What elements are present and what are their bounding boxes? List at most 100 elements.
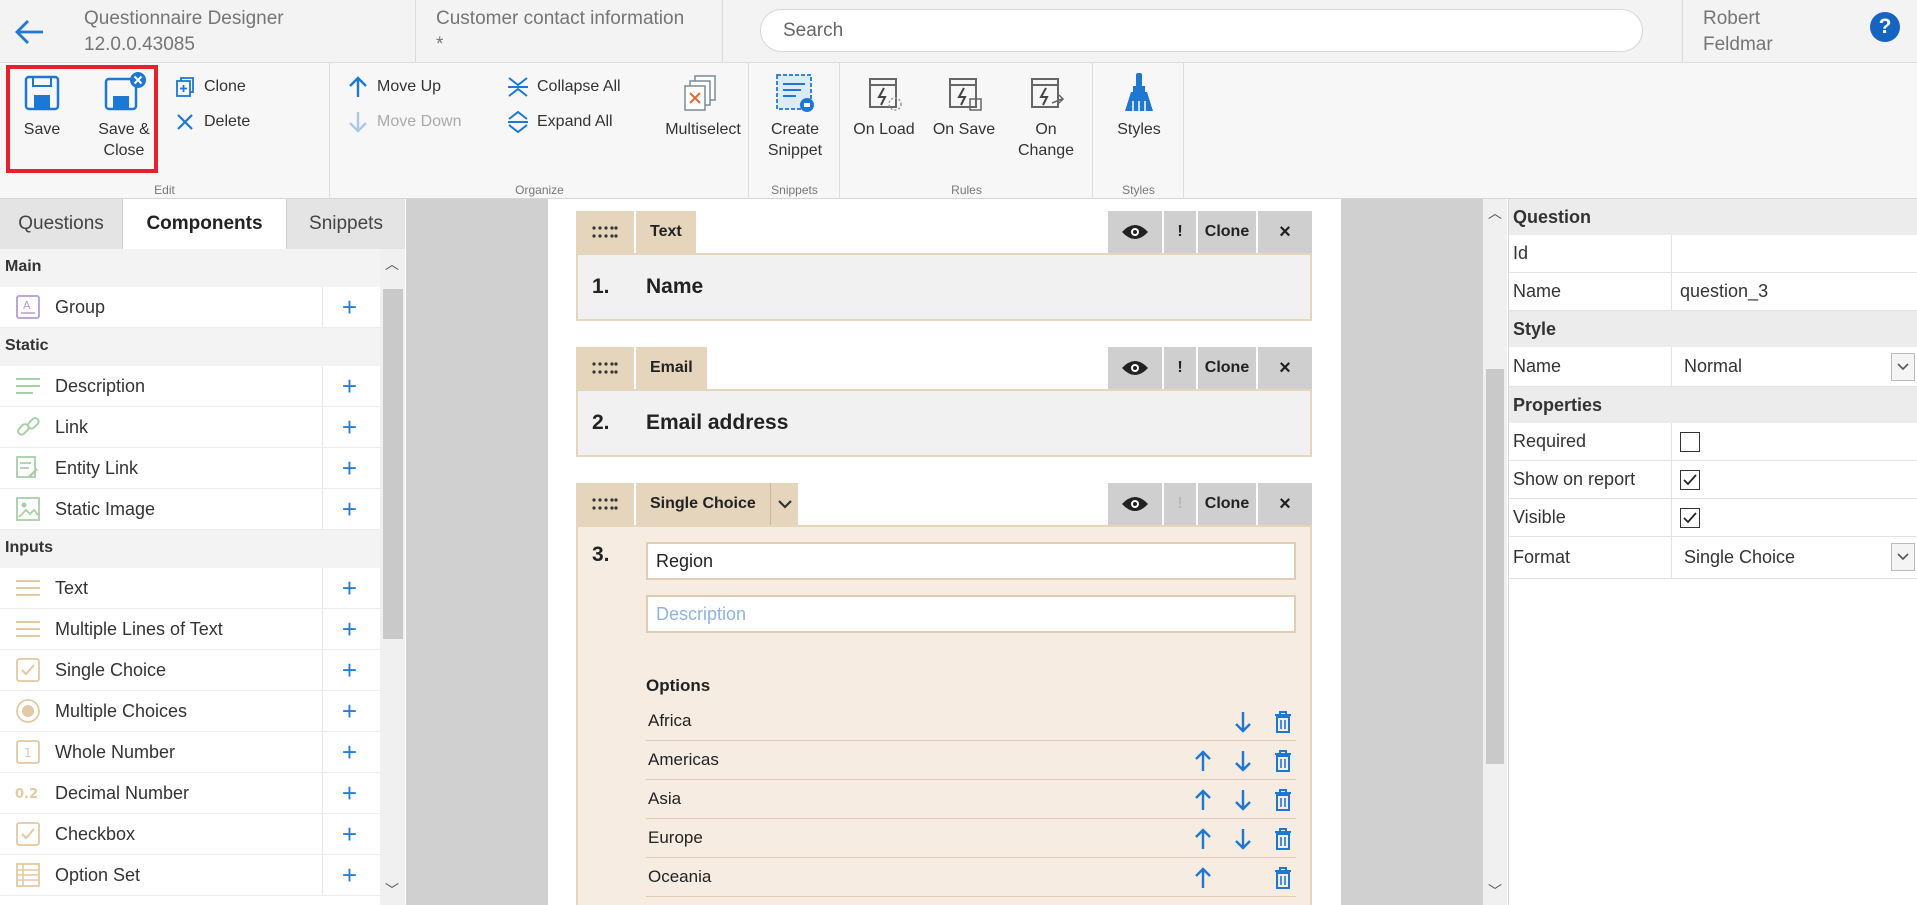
add-plus-icon[interactable]: + (322, 773, 376, 813)
drag-handle-icon[interactable] (576, 483, 634, 525)
trash-icon[interactable] (1270, 787, 1296, 813)
add-plus-icon[interactable]: + (322, 732, 376, 772)
visibility-eye-icon[interactable] (1108, 483, 1162, 525)
required-checkbox[interactable] (1680, 431, 1700, 452)
component-link[interactable]: Link + (0, 407, 380, 448)
on-load-button[interactable]: On Load (851, 71, 917, 140)
option-label[interactable]: Europe (648, 828, 703, 848)
clone-button[interactable]: Clone (172, 74, 246, 100)
add-plus-icon[interactable]: + (322, 448, 376, 488)
required-toggle-button[interactable]: ! (1164, 211, 1196, 253)
option-row[interactable]: Africa (646, 702, 1296, 741)
question-title-input[interactable]: Region (646, 542, 1296, 580)
trash-icon[interactable] (1270, 748, 1296, 774)
expand-all-button[interactable]: Expand All (505, 109, 613, 135)
move-up-button[interactable]: Move Up (345, 74, 441, 100)
clone-question-button[interactable]: Clone (1198, 211, 1256, 253)
question-description-input[interactable]: Description (646, 595, 1296, 633)
add-plus-icon[interactable]: + (322, 855, 376, 895)
move-down-icon[interactable] (1230, 826, 1256, 852)
style-select[interactable]: Normal (1672, 347, 1917, 386)
option-row[interactable]: Americas (646, 741, 1296, 780)
move-down-icon[interactable] (1230, 709, 1256, 735)
component-static-image[interactable]: Static Image + (0, 489, 380, 530)
move-up-icon[interactable] (1190, 865, 1216, 891)
scroll-down-icon[interactable]: ﹀ (1488, 881, 1502, 901)
component-option-set[interactable]: Option Set + (0, 855, 380, 896)
multiselect-button[interactable]: Multiselect (661, 71, 745, 140)
drag-handle-icon[interactable] (576, 347, 634, 389)
remove-question-button[interactable]: × (1258, 211, 1312, 253)
tab-components[interactable]: Components (123, 199, 287, 249)
option-label[interactable]: Americas (648, 750, 719, 770)
visible-checkbox[interactable] (1680, 507, 1700, 528)
component-description[interactable]: Description + (0, 366, 380, 407)
create-snippet-button[interactable]: Create Snippet (760, 71, 830, 161)
component-text[interactable]: Text + (0, 568, 380, 609)
visibility-eye-icon[interactable] (1108, 347, 1162, 389)
add-plus-icon[interactable]: + (322, 609, 376, 649)
trash-icon[interactable] (1270, 865, 1296, 891)
drag-handle-icon[interactable] (576, 211, 634, 253)
move-up-icon[interactable] (1190, 787, 1216, 813)
help-icon[interactable]: ? (1870, 12, 1900, 42)
tab-snippets[interactable]: Snippets (287, 199, 405, 249)
format-select[interactable]: Single Choice (1672, 537, 1917, 578)
option-label[interactable]: Africa (648, 711, 691, 731)
option-row[interactable]: Europe (646, 819, 1296, 858)
question-block[interactable]: Single Choice ! Clone × 3. Region Descri… (576, 483, 1312, 905)
add-plus-icon[interactable]: + (322, 568, 376, 608)
trash-icon[interactable] (1270, 826, 1296, 852)
styles-button[interactable]: Styles (1108, 71, 1170, 140)
clone-question-button[interactable]: Clone (1198, 483, 1256, 525)
add-plus-icon[interactable]: + (322, 287, 376, 327)
component-multiple-choices[interactable]: Multiple Choices + (0, 691, 380, 732)
collapse-all-button[interactable]: Collapse All (505, 74, 621, 100)
canvas-scrollbar[interactable]: ︿ ﹀ (1483, 199, 1507, 905)
on-save-button[interactable]: On Save (931, 71, 997, 140)
user-name[interactable]: Robert Feldmar (1682, 0, 1862, 63)
add-plus-icon[interactable]: + (322, 691, 376, 731)
back-arrow-icon[interactable] (0, 0, 60, 63)
remove-question-button[interactable]: × (1258, 347, 1312, 389)
question-block[interactable]: Email ! Clone × 2. Email address (576, 347, 1312, 457)
component-multiline-text[interactable]: Multiple Lines of Text + (0, 609, 380, 650)
chevron-down-icon[interactable] (770, 483, 798, 525)
scroll-up-icon[interactable]: ︿ (385, 254, 399, 274)
scrollbar-thumb[interactable] (383, 289, 403, 639)
add-plus-icon[interactable]: + (322, 489, 376, 529)
delete-button[interactable]: Delete (172, 109, 250, 135)
move-down-icon[interactable] (1230, 748, 1256, 774)
id-input[interactable] (1672, 235, 1917, 272)
left-scrollbar[interactable]: ︿ ﹀ (380, 249, 405, 905)
tab-questions[interactable]: Questions (0, 199, 123, 249)
component-checkbox[interactable]: Checkbox + (0, 814, 380, 855)
component-entity-link[interactable]: Entity Link + (0, 448, 380, 489)
component-whole-number[interactable]: 1 Whole Number + (0, 732, 380, 773)
trash-icon[interactable] (1270, 709, 1296, 735)
option-row[interactable]: Oceania (646, 858, 1296, 897)
move-down-icon[interactable] (1230, 787, 1256, 813)
component-group[interactable]: A Group + (0, 287, 380, 328)
required-toggle-button[interactable]: ! (1164, 347, 1196, 389)
add-plus-icon[interactable]: + (322, 366, 376, 406)
remove-question-button[interactable]: × (1258, 483, 1312, 525)
scroll-down-icon[interactable]: ﹀ (385, 880, 399, 900)
add-plus-icon[interactable]: + (322, 650, 376, 690)
name-input[interactable]: question_3 (1672, 273, 1917, 310)
component-single-choice[interactable]: Single Choice + (0, 650, 380, 691)
move-up-icon[interactable] (1190, 826, 1216, 852)
question-title[interactable]: Email address (646, 411, 788, 435)
scroll-up-icon[interactable]: ︿ (1488, 203, 1502, 223)
option-label[interactable]: Oceania (648, 867, 711, 887)
option-row[interactable]: Asia (646, 780, 1296, 819)
required-toggle-button[interactable]: ! (1164, 483, 1196, 525)
add-plus-icon[interactable]: + (322, 814, 376, 854)
on-change-button[interactable]: On Change (1013, 71, 1079, 161)
search-input[interactable]: Search (760, 9, 1643, 52)
add-plus-icon[interactable]: + (322, 407, 376, 447)
move-up-icon[interactable] (1190, 748, 1216, 774)
option-label[interactable]: Asia (648, 789, 681, 809)
move-down-button[interactable]: Move Down (345, 109, 461, 135)
component-decimal-number[interactable]: 0.2 Decimal Number + (0, 773, 380, 814)
